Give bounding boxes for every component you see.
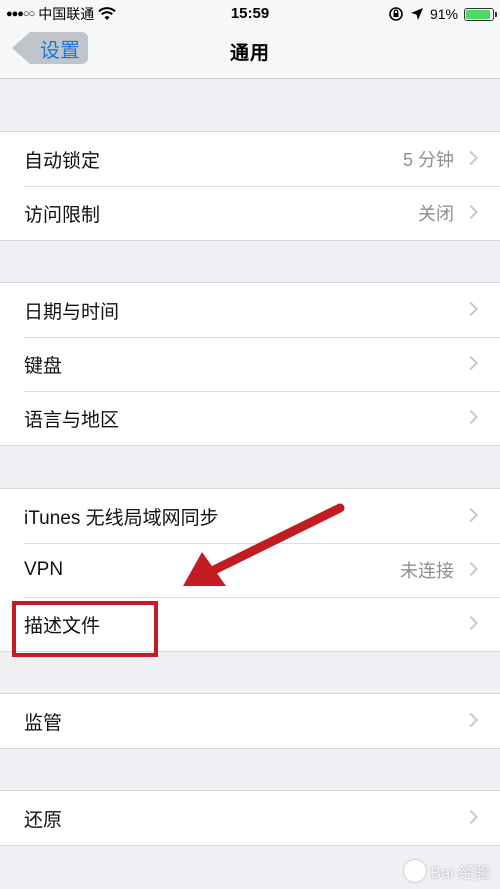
chevron-right-icon — [463, 561, 479, 577]
chevron-right-icon — [463, 409, 479, 425]
baidu-paw-logo-icon — [404, 860, 427, 882]
settings-row-language-region[interactable]: 语言与地区 — [0, 391, 500, 445]
settings-group-locale: 日期与时间 键盘 语言与地区 — [0, 282, 500, 446]
settings-group-supervision: 监管 — [0, 693, 500, 749]
chevron-right-icon — [463, 712, 479, 728]
chevron-right-icon — [463, 150, 479, 166]
chevron-right-icon — [463, 204, 479, 220]
settings-row-restrictions[interactable]: 访问限制 关闭 — [0, 186, 500, 240]
settings-row-vpn[interactable]: VPN 未连接 — [0, 543, 500, 597]
chevron-right-icon — [463, 301, 479, 317]
chevron-right-icon — [463, 809, 479, 825]
chevron-right-icon — [463, 355, 479, 371]
row-label: 自动锁定 — [24, 150, 101, 172]
settings-row-date-time[interactable]: 日期与时间 — [0, 283, 500, 337]
status-bar-right: 91% — [388, 4, 497, 24]
row-label: 语言与地区 — [24, 409, 120, 431]
status-bar: ●●●○○ 中国联通 15:59 91% — [0, 0, 500, 28]
row-value: 未连接 — [400, 561, 454, 581]
navigation-bar: 设置 通用 — [0, 28, 500, 79]
row-label: iTunes 无线局域网同步 — [24, 507, 219, 529]
settings-group-reset: 还原 — [0, 790, 500, 846]
battery-icon — [464, 7, 497, 21]
row-label: 日期与时间 — [24, 301, 120, 323]
settings-row-supervision[interactable]: 监管 — [0, 694, 500, 748]
row-label: 还原 — [24, 809, 63, 831]
settings-row-auto-lock[interactable]: 自动锁定 5 分钟 — [0, 132, 500, 186]
chevron-right-icon — [463, 507, 479, 523]
chevron-right-icon — [463, 615, 479, 631]
settings-group-lock: 自动锁定 5 分钟 访问限制 关闭 — [0, 131, 500, 241]
watermark-text: Bai 经验 — [430, 865, 490, 882]
row-value: 5 分钟 — [402, 150, 454, 170]
highlight-box — [12, 601, 158, 657]
baidu-watermark: Bai 经验 — [404, 859, 490, 883]
row-value: 关闭 — [418, 204, 454, 224]
row-label: 监管 — [24, 712, 63, 734]
row-label: VPN — [24, 559, 64, 580]
battery-percent: 91% — [429, 6, 458, 22]
row-label: 键盘 — [24, 355, 63, 377]
battery-fill — [466, 9, 490, 19]
settings-row-reset[interactable]: 还原 — [0, 791, 500, 845]
page-title: 通用 — [229, 43, 270, 64]
orientation-lock-icon — [389, 7, 403, 21]
settings-row-itunes-wifi-sync[interactable]: iTunes 无线局域网同步 — [0, 489, 500, 543]
row-label: 访问限制 — [24, 204, 101, 226]
location-arrow-icon — [410, 8, 423, 20]
settings-row-keyboard[interactable]: 键盘 — [0, 337, 500, 391]
